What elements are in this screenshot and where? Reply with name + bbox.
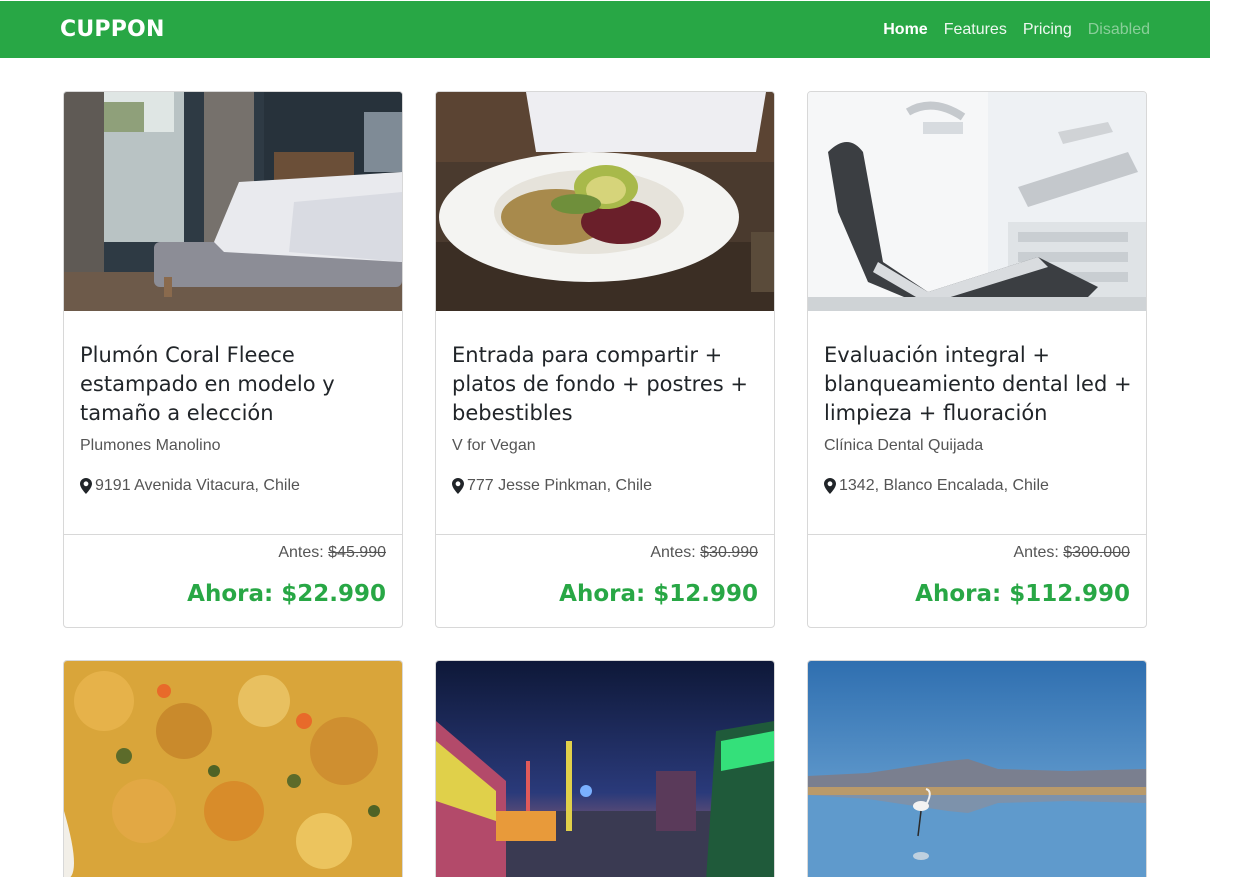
old-price: $45.990 — [328, 544, 386, 561]
old-price: $30.990 — [700, 544, 758, 561]
flamingo-lake-photo[interactable] — [808, 661, 1146, 877]
fair-night-photo[interactable] — [436, 661, 774, 877]
address: 777 Jesse Pinkman, Chile — [452, 476, 762, 496]
address-text: 9191 Avenida Vitacura, Chile — [95, 477, 300, 494]
nav-home[interactable]: Home — [883, 21, 927, 39]
bedroom-photo[interactable] — [64, 92, 402, 311]
merchant-name: Clínica Dental Quijada — [824, 437, 984, 454]
antes-label: Antes: — [278, 544, 324, 561]
old-price: $300.000 — [1063, 544, 1130, 561]
deal-title[interactable]: Entrada para compartir + platos de fondo… — [452, 341, 762, 428]
address-text: 1342, Blanco Encalada, Chile — [839, 477, 1049, 494]
dental-chair-photo[interactable] — [808, 92, 1146, 311]
ahora-label: Ahora: — [187, 581, 274, 607]
deal-card[interactable] — [63, 660, 403, 877]
address-text: 777 Jesse Pinkman, Chile — [467, 477, 652, 494]
nav-disabled: Disabled — [1087, 21, 1150, 38]
food-closeup-photo[interactable] — [64, 661, 402, 877]
deal-card[interactable]: Evaluación integral + blanqueamiento den… — [807, 91, 1147, 628]
deal-title[interactable]: Plumón Coral Fleece estampado en modelo … — [80, 341, 390, 428]
new-price: $22.990 — [281, 581, 386, 607]
card-footer: Antes: $300.000 Ahora: $112.990 — [808, 534, 1146, 627]
old-price-line: Antes: $45.990 — [80, 543, 386, 563]
top-navbar: CUPPON Home Features Pricing Disabled — [0, 0, 1210, 58]
card-body: Entrada para compartir + platos de fondo… — [452, 341, 762, 496]
new-price-line: Ahora: $12.990 — [452, 579, 758, 609]
map-marker-icon — [452, 478, 464, 494]
deal-title[interactable]: Evaluación integral + blanqueamiento den… — [824, 341, 1134, 428]
ahora-label: Ahora: — [559, 581, 646, 607]
nav-features[interactable]: Features — [944, 21, 1007, 39]
map-marker-icon — [80, 478, 92, 494]
card-body: Evaluación integral + blanqueamiento den… — [824, 341, 1134, 496]
card-footer: Antes: $45.990 Ahora: $22.990 — [64, 534, 402, 627]
nav-pricing[interactable]: Pricing — [1023, 21, 1072, 39]
ahora-label: Ahora: — [915, 581, 1002, 607]
address: 1342, Blanco Encalada, Chile — [824, 476, 1134, 496]
page-gutter — [1210, 0, 1239, 877]
card-footer: Antes: $30.990 Ahora: $12.990 — [436, 534, 774, 627]
new-price-line: Ahora: $112.990 — [824, 579, 1130, 609]
card-body: Plumón Coral Fleece estampado en modelo … — [80, 341, 390, 496]
new-price-line: Ahora: $22.990 — [80, 579, 386, 609]
vegan-plate-photo[interactable] — [436, 92, 774, 311]
new-price: $112.990 — [1009, 581, 1130, 607]
merchant-name: V for Vegan — [452, 437, 536, 454]
deal-card[interactable] — [435, 660, 775, 877]
old-price-line: Antes: $300.000 — [824, 543, 1130, 563]
merchant-name: Plumones Manolino — [80, 437, 221, 454]
deal-card[interactable] — [807, 660, 1147, 877]
nav-links: Home Features Pricing Disabled — [883, 21, 1150, 39]
deal-card[interactable]: Entrada para compartir + platos de fondo… — [435, 91, 775, 628]
new-price: $12.990 — [653, 581, 758, 607]
antes-label: Antes: — [650, 544, 696, 561]
deal-card[interactable]: Plumón Coral Fleece estampado en modelo … — [63, 91, 403, 628]
old-price-line: Antes: $30.990 — [452, 543, 758, 563]
address: 9191 Avenida Vitacura, Chile — [80, 476, 390, 496]
brand-logo[interactable]: CUPPON — [60, 17, 165, 42]
antes-label: Antes: — [1013, 544, 1059, 561]
map-marker-icon — [824, 478, 836, 494]
